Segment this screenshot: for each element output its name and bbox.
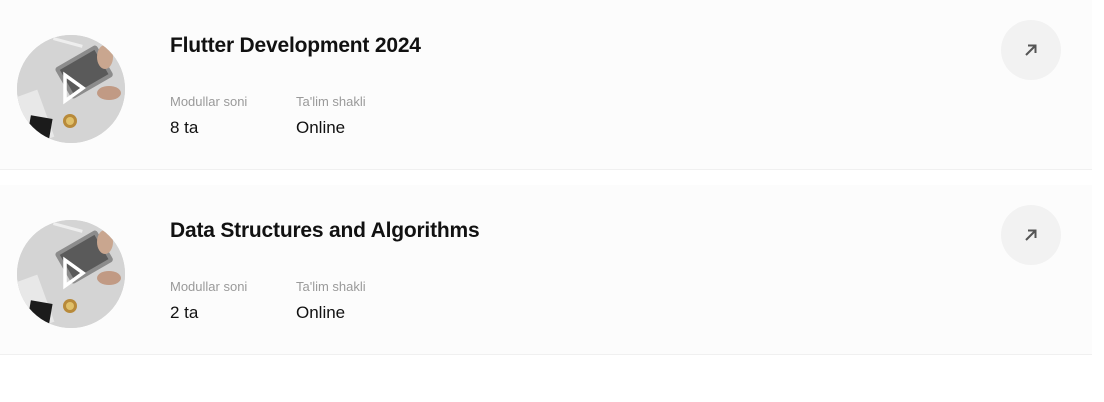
play-icon	[63, 71, 86, 105]
course-title[interactable]: Data Structures and Algorithms	[170, 219, 480, 243]
course-list: Flutter Development 2024 Modullar soni 8…	[0, 0, 1092, 355]
format-label: Ta'lim shakli	[296, 94, 366, 109]
course-card[interactable]: Data Structures and Algorithms Modullar …	[0, 185, 1092, 355]
open-course-button[interactable]	[1001, 20, 1061, 80]
modules-value: 8 ta	[170, 118, 199, 137]
modules-label: Modullar soni	[170, 94, 248, 109]
course-title[interactable]: Flutter Development 2024	[170, 34, 421, 58]
play-icon	[63, 256, 86, 290]
modules-value: 2 ta	[170, 303, 199, 322]
format-value: Online	[296, 303, 346, 322]
arrow-up-right-icon	[1025, 229, 1037, 241]
format-value: Online	[296, 118, 346, 137]
format-label: Ta'lim shakli	[296, 279, 366, 294]
course-thumbnail[interactable]	[17, 35, 125, 143]
arrow-up-right-icon	[1025, 44, 1037, 56]
modules-label: Modullar soni	[170, 279, 248, 294]
open-course-button[interactable]	[1001, 205, 1061, 265]
course-card[interactable]: Flutter Development 2024 Modullar soni 8…	[0, 0, 1092, 170]
course-thumbnail[interactable]	[17, 220, 125, 328]
